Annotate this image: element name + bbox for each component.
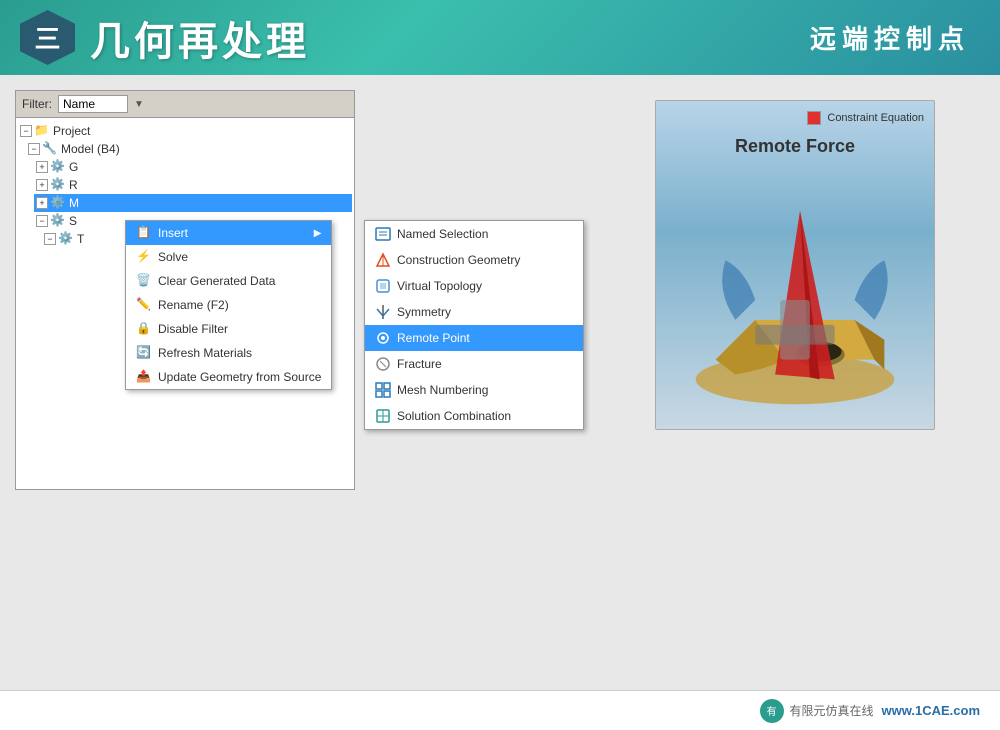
submenu-mesh-numbering-label: Mesh Numbering — [397, 383, 488, 397]
menu-rename[interactable]: ✏️ Rename (F2) — [126, 293, 331, 317]
hexagon-label: 三 — [34, 19, 60, 56]
filter-input[interactable] — [58, 95, 128, 113]
tree-item-r[interactable]: + ⚙️ R — [34, 176, 352, 194]
project-label: Project — [53, 124, 90, 138]
submenu-fracture[interactable]: Fracture — [365, 351, 583, 377]
submenu-named-selection-label: Named Selection — [397, 227, 488, 241]
submenu-remote-point-label: Remote Point — [397, 331, 470, 345]
item-s-child-icon: ⚙️ — [58, 231, 74, 247]
submenu-fracture-label: Fracture — [397, 357, 442, 371]
model-view: Constraint Equation Remote Force — [655, 100, 935, 430]
refresh-icon: 🔄 — [136, 345, 152, 361]
menu-disable-label: Disable Filter — [158, 322, 228, 336]
menu-refresh-label: Refresh Materials — [158, 346, 252, 360]
item-r-expander[interactable]: + — [36, 179, 48, 191]
tree-item-m[interactable]: + ⚙️ M — [34, 194, 352, 212]
footer-logo: 有 有限元仿真在线 — [760, 699, 874, 723]
item-m-label: M — [69, 196, 79, 210]
item-s-child-expander[interactable]: − — [44, 233, 56, 245]
model-expander[interactable]: − — [28, 143, 40, 155]
right-panel: Constraint Equation Remote Force — [605, 90, 985, 675]
submenu-solution-combination[interactable]: Solution Combination — [365, 403, 583, 429]
virtual-topology-icon — [375, 278, 391, 294]
tree-item-g[interactable]: + ⚙️ G — [34, 158, 352, 176]
footer: 有 有限元仿真在线 www.1CAE.com — [0, 690, 1000, 730]
item-r-label: R — [69, 178, 78, 192]
submenu-virtual-topology[interactable]: Virtual Topology — [365, 273, 583, 299]
menu-disable[interactable]: 🔒 Disable Filter — [126, 317, 331, 341]
submenu: Named Selection Construction Geometry Vi… — [364, 220, 584, 430]
solution-combination-icon — [375, 408, 391, 424]
clear-icon: 🗑️ — [136, 273, 152, 289]
item-s-icon: ⚙️ — [50, 213, 66, 229]
submenu-symmetry[interactable]: Symmetry — [365, 299, 583, 325]
item-s-label: S — [69, 214, 77, 228]
context-menu: 📋 Insert ▶ ⚡ Solve 🗑️ Clear Generated Da… — [125, 220, 332, 390]
mesh-numbering-icon — [375, 382, 391, 398]
symmetry-icon — [375, 304, 391, 320]
construction-geometry-icon — [375, 252, 391, 268]
item-m-expander[interactable]: + — [36, 197, 48, 209]
header-subtitle: 远端控制点 — [810, 19, 970, 56]
model-svg — [656, 161, 934, 429]
solve-icon: ⚡ — [136, 249, 152, 265]
item-m-icon: ⚙️ — [50, 195, 66, 211]
model-legend: Constraint Equation — [807, 111, 924, 125]
model-title: Remote Force — [656, 136, 934, 157]
model-label: Model (B4) — [61, 142, 120, 156]
tree-project[interactable]: − 📁 Project — [18, 122, 352, 140]
footer-logo-icon: 有 — [760, 699, 784, 723]
insert-arrow: ▶ — [314, 228, 322, 239]
filter-label: Filter: — [22, 97, 52, 111]
rename-icon: ✏️ — [136, 297, 152, 313]
tree-model[interactable]: − 🔧 Model (B4) — [26, 140, 352, 158]
menu-clear[interactable]: 🗑️ Clear Generated Data — [126, 269, 331, 293]
submenu-remote-point[interactable]: Remote Point — [365, 325, 583, 351]
menu-solve-label: Solve — [158, 250, 188, 264]
submenu-mesh-numbering[interactable]: Mesh Numbering — [365, 377, 583, 403]
update-icon: 📤 — [136, 369, 152, 385]
disable-icon: 🔒 — [136, 321, 152, 337]
footer-site[interactable]: www.1CAE.com — [882, 703, 980, 718]
menu-insert[interactable]: 📋 Insert ▶ — [126, 221, 331, 245]
footer-logo-text: 有限元仿真在线 — [790, 702, 874, 719]
legend-label: Constraint Equation — [827, 112, 924, 124]
submenu-construction-geometry-label: Construction Geometry — [397, 253, 520, 267]
menu-rename-label: Rename (F2) — [158, 298, 229, 312]
filter-bar: Filter: ▼ — [16, 91, 354, 118]
menu-clear-label: Clear Generated Data — [158, 274, 275, 288]
menu-update[interactable]: 📤 Update Geometry from Source — [126, 365, 331, 389]
project-expander[interactable]: − — [20, 125, 32, 137]
named-selection-icon — [375, 226, 391, 242]
menu-insert-label: Insert — [158, 226, 188, 240]
submenu-named-selection[interactable]: Named Selection — [365, 221, 583, 247]
submenu-solution-combination-label: Solution Combination — [397, 409, 511, 423]
submenu-virtual-topology-label: Virtual Topology — [397, 279, 482, 293]
header-title: 几何再处理 — [90, 9, 310, 67]
menu-refresh[interactable]: 🔄 Refresh Materials — [126, 341, 331, 365]
item-s-child-label: T — [77, 232, 84, 246]
menu-update-label: Update Geometry from Source — [158, 370, 321, 384]
remote-point-icon — [375, 330, 391, 346]
submenu-construction-geometry[interactable]: Construction Geometry — [365, 247, 583, 273]
submenu-symmetry-label: Symmetry — [397, 305, 451, 319]
header-hexagon: 三 — [20, 10, 75, 65]
item-g-label: G — [69, 160, 78, 174]
item-r-icon: ⚙️ — [50, 177, 66, 193]
main-content: Filter: ▼ − 📁 Project − 🔧 Model (B4) + ⚙… — [0, 75, 1000, 690]
filter-dropdown-arrow[interactable]: ▼ — [134, 99, 144, 110]
menu-solve[interactable]: ⚡ Solve — [126, 245, 331, 269]
fracture-icon — [375, 356, 391, 372]
item-g-icon: ⚙️ — [50, 159, 66, 175]
legend-box — [807, 111, 821, 125]
model-icon: 🔧 — [42, 141, 58, 157]
insert-icon: 📋 — [136, 225, 152, 241]
item-s-expander[interactable]: − — [36, 215, 48, 227]
item-g-expander[interactable]: + — [36, 161, 48, 173]
project-icon: 📁 — [34, 123, 50, 139]
header: 三 几何再处理 远端控制点 — [0, 0, 1000, 75]
